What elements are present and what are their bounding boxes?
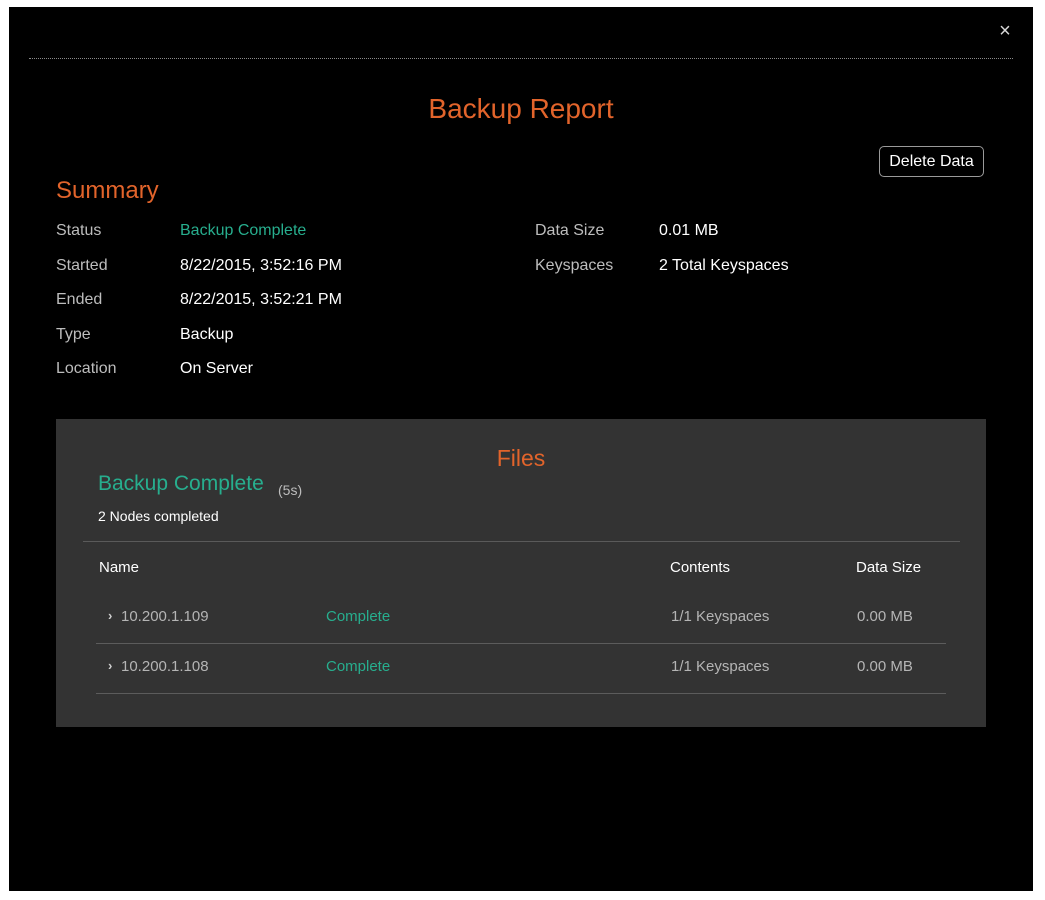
status-value: Backup Complete	[180, 222, 307, 239]
location-value: On Server	[180, 360, 253, 377]
column-header-contents: Contents	[670, 559, 731, 576]
keyspaces-value: 2 Total Keyspaces	[659, 257, 789, 274]
backup-report-modal: × Backup Report Delete Data Summary Stat…	[9, 7, 1033, 891]
type-value: Backup	[180, 326, 234, 343]
chevron-right-icon[interactable]: ›	[108, 658, 112, 673]
files-divider	[83, 541, 960, 542]
status-label: Status	[56, 222, 102, 239]
ended-value: 8/22/2015, 3:52:21 PM	[180, 291, 342, 308]
files-status: Backup Complete	[98, 472, 264, 495]
delete-data-button[interactable]: Delete Data	[879, 146, 984, 177]
summary-heading: Summary	[56, 177, 159, 204]
node-contents: 1/1 Keyspaces	[671, 608, 770, 625]
table-row[interactable]: › 10.200.1.109 Complete 1/1 Keyspaces 0.…	[96, 594, 946, 644]
type-label: Type	[56, 326, 91, 343]
table-row[interactable]: › 10.200.1.108 Complete 1/1 Keyspaces 0.…	[96, 644, 946, 694]
data-size-value: 0.01 MB	[659, 222, 719, 239]
node-data-size: 0.00 MB	[857, 658, 913, 675]
node-data-size: 0.00 MB	[857, 608, 913, 625]
started-label: Started	[56, 257, 108, 274]
nodes-completed-text: 2 Nodes completed	[98, 508, 219, 524]
header-divider	[29, 58, 1013, 59]
column-header-name: Name	[99, 559, 140, 576]
node-contents: 1/1 Keyspaces	[671, 658, 770, 675]
node-name: 10.200.1.108	[121, 658, 209, 675]
chevron-right-icon[interactable]: ›	[108, 608, 112, 623]
node-status: Complete	[326, 658, 391, 675]
data-size-label: Data Size	[535, 222, 605, 239]
node-name: 10.200.1.109	[121, 608, 209, 625]
files-heading: Files	[496, 445, 546, 471]
location-label: Location	[56, 360, 117, 377]
started-value: 8/22/2015, 3:52:16 PM	[180, 257, 342, 274]
column-header-data-size: Data Size	[856, 559, 922, 576]
files-duration: (5s)	[278, 482, 303, 498]
files-panel: Files Backup Complete (5s) 2 Nodes compl…	[56, 419, 986, 727]
close-icon[interactable]: ×	[995, 21, 1015, 41]
keyspaces-label: Keyspaces	[535, 257, 614, 274]
ended-label: Ended	[56, 291, 103, 308]
page-title: Backup Report	[428, 93, 614, 124]
node-status: Complete	[326, 608, 391, 625]
